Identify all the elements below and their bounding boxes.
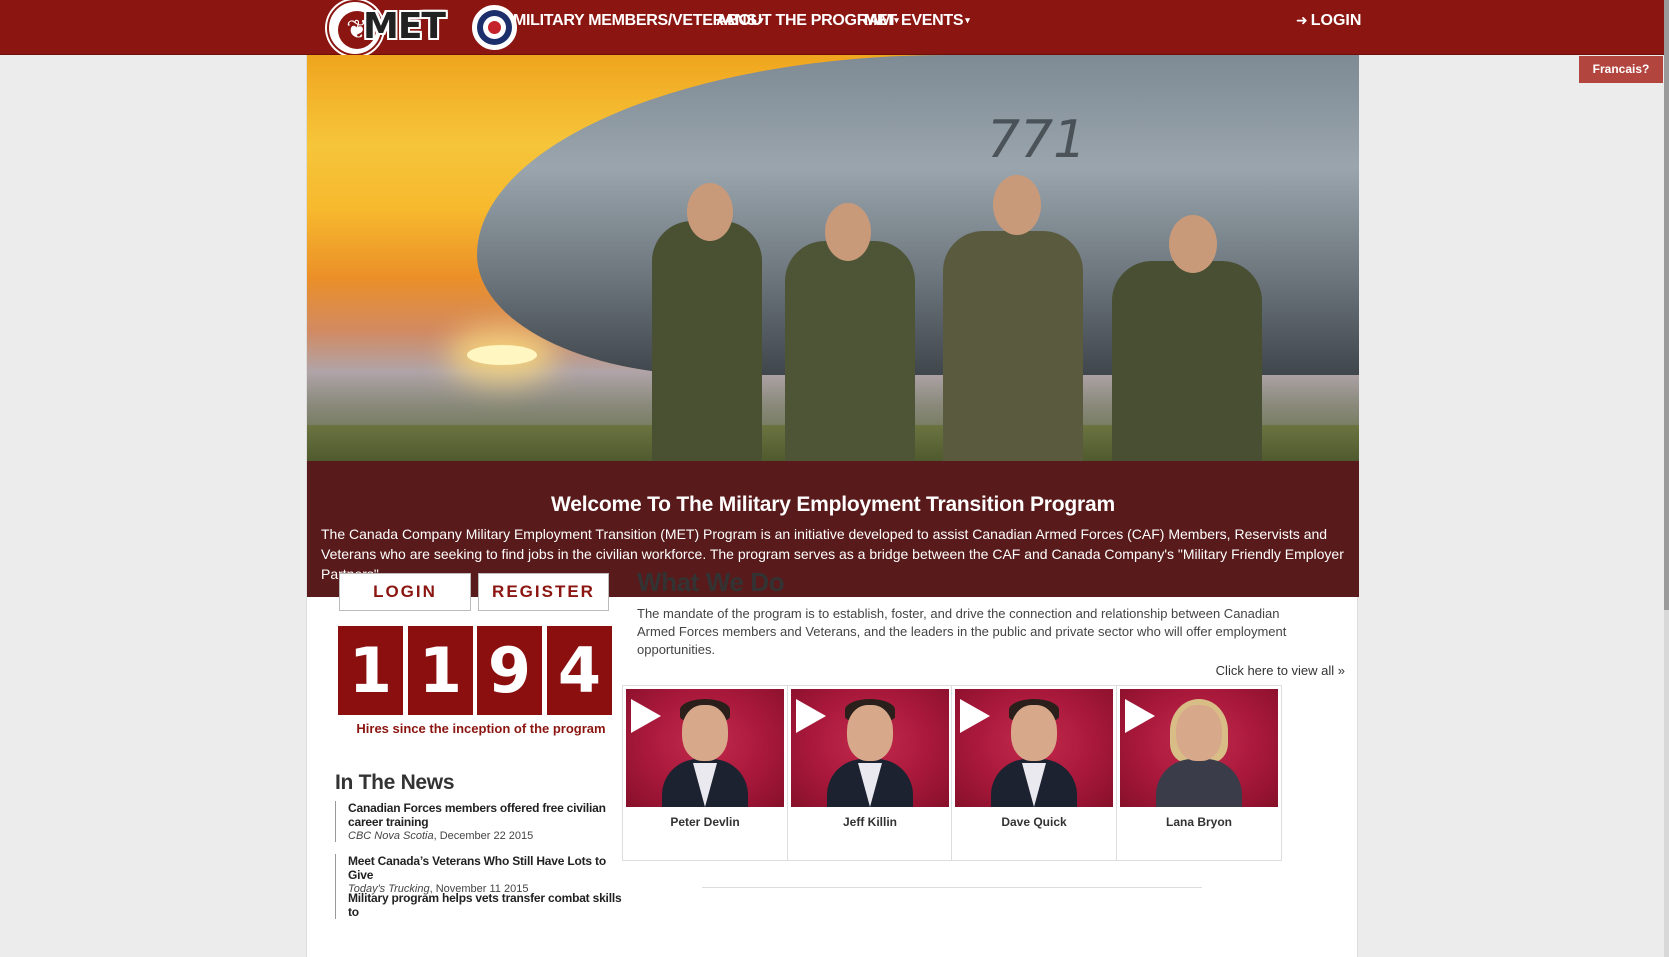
hero-image: 771 — [307, 55, 1359, 461]
video-person-name: Dave Quick — [1001, 815, 1067, 829]
video-card[interactable]: Peter Devlin — [622, 685, 788, 861]
video-card[interactable]: Lana Bryon — [1116, 685, 1282, 861]
video-thumbnail[interactable] — [1120, 689, 1278, 807]
what-we-do-text: The mandate of the program is to establi… — [637, 606, 1287, 657]
nav-login[interactable]: ➜ LOGIN — [1296, 12, 1361, 30]
hires-caption: Hires since the inception of the program — [356, 721, 606, 736]
news-item[interactable]: Meet Canada’s Veterans Who Still Have Lo… — [335, 854, 625, 895]
play-icon[interactable] — [1125, 699, 1155, 733]
video-person-name: Peter Devlin — [670, 815, 740, 829]
news-headline[interactable]: Military program helps vets transfer com… — [348, 891, 625, 919]
play-icon[interactable] — [631, 699, 661, 733]
counter-digit: 9 — [477, 626, 542, 715]
video-thumbnail[interactable] — [791, 689, 949, 807]
play-icon[interactable] — [796, 699, 826, 733]
rcaf-roundel-icon[interactable] — [472, 5, 517, 50]
counter-digit: 4 — [547, 626, 612, 715]
video-person-name: Lana Bryon — [1165, 815, 1232, 829]
news-date: , December 22 2015 — [433, 830, 534, 842]
soldier-figure — [1112, 261, 1262, 461]
caret-down-icon: ▾ — [965, 15, 970, 25]
video-thumbnail[interactable] — [955, 689, 1113, 807]
logo-text: MET — [363, 6, 446, 47]
news-headline[interactable]: Meet Canada’s Veterans Who Still Have Lo… — [348, 854, 625, 882]
video-person-name: Jeff Killin — [842, 815, 897, 829]
news-title: In The News — [335, 771, 455, 794]
login-button[interactable]: LOGIN — [339, 573, 471, 611]
main-container: 771 Welcome To The Military Employment T… — [306, 55, 1359, 957]
aircraft-number: 771 — [987, 110, 1087, 170]
welcome-text: The Canada Company Military Employment T… — [321, 526, 1344, 582]
language-toggle[interactable]: Francais? — [1579, 56, 1663, 83]
counter-digit: 1 — [338, 626, 403, 715]
what-we-do-title: What We Do — [637, 567, 785, 597]
met-logo[interactable]: ❦ MET — [327, 0, 455, 56]
video-card[interactable]: Dave Quick — [951, 685, 1117, 861]
welcome-title: Welcome To The Military Employment Trans… — [551, 493, 1115, 516]
page-scrollbar[interactable] — [1664, 0, 1669, 957]
sign-in-icon: ➜ — [1296, 13, 1308, 29]
counter-digit: 1 — [408, 626, 473, 715]
play-icon[interactable] — [960, 699, 990, 733]
news-item[interactable]: Military program helps vets transfer com… — [335, 891, 625, 919]
soldier-figure — [652, 221, 762, 461]
video-thumbnail[interactable] — [626, 689, 784, 807]
news-headline[interactable]: Canadian Forces members offered free civ… — [348, 801, 625, 829]
video-card[interactable]: Jeff Killin — [787, 685, 953, 861]
scrollbar-thumb[interactable] — [1664, 0, 1669, 610]
soldier-figure — [785, 241, 915, 461]
divider — [702, 887, 1202, 888]
view-all-link[interactable]: Click here to view all » — [1216, 663, 1345, 678]
register-button[interactable]: REGISTER — [478, 573, 609, 611]
news-source: CBC Nova Scotia — [348, 830, 434, 842]
pilot-figure — [943, 231, 1083, 461]
nav-met-events[interactable]: MET EVENTS ▾ — [864, 12, 970, 30]
top-navbar: ❦ MET MILITARY MEMBERS/VETERANS ▾ ABOUT T… — [0, 0, 1669, 56]
news-item[interactable]: Canadian Forces members offered free civ… — [335, 801, 625, 842]
